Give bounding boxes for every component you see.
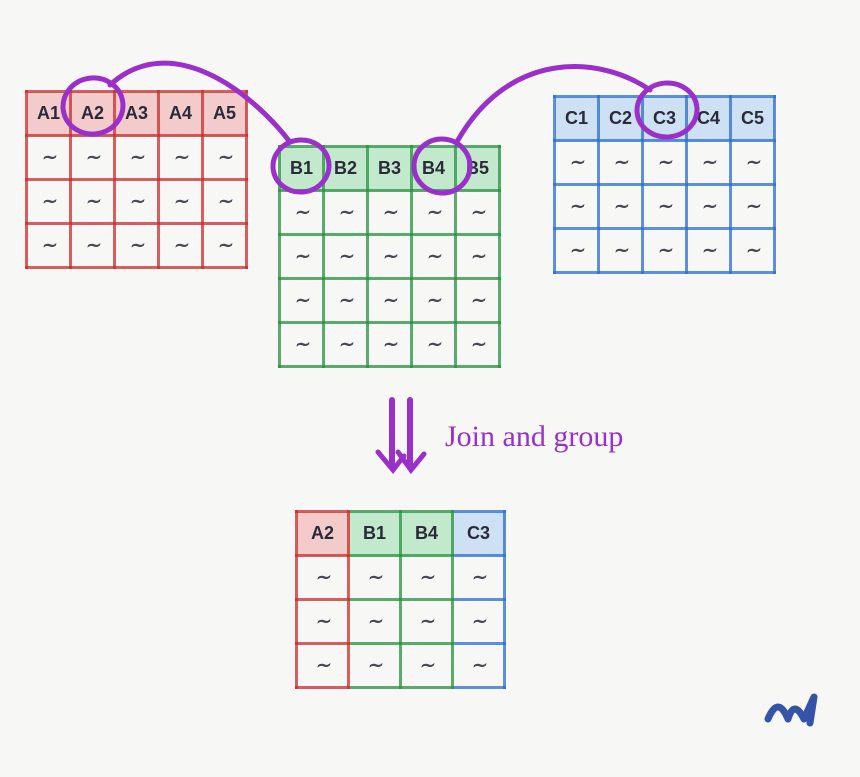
table-row: A2 B1 B4 C3 xyxy=(297,512,505,556)
table-row: ∼∼∼∼∼ xyxy=(280,191,500,235)
col-header-C4: C4 xyxy=(687,97,731,141)
table-row: ∼∼∼∼ xyxy=(297,600,505,644)
col-header-A5: A5 xyxy=(203,92,247,136)
col-header-A3: A3 xyxy=(115,92,159,136)
operation-label: Join and group xyxy=(445,420,623,454)
table-row: ∼∼∼∼∼ xyxy=(27,136,247,180)
result-col-B1: B1 xyxy=(349,512,401,556)
table-row: ∼∼∼∼∼ xyxy=(555,141,775,185)
col-header-A4: A4 xyxy=(159,92,203,136)
col-header-C3: C3 xyxy=(643,97,687,141)
col-header-B1: B1 xyxy=(280,147,324,191)
table-row: ∼∼∼∼ xyxy=(297,556,505,600)
table-row: ∼∼∼∼∼ xyxy=(280,279,500,323)
col-header-C2: C2 xyxy=(599,97,643,141)
table-row: ∼∼∼∼∼ xyxy=(27,180,247,224)
result-col-C3: C3 xyxy=(453,512,505,556)
table-row: ∼∼∼∼∼ xyxy=(27,224,247,268)
col-header-B4: B4 xyxy=(412,147,456,191)
col-header-B3: B3 xyxy=(368,147,412,191)
table-row: ∼∼∼∼∼ xyxy=(280,323,500,367)
col-header-B5: B5 xyxy=(456,147,500,191)
col-header-A1: A1 xyxy=(27,92,71,136)
table-row: B1 B2 B3 B4 B5 xyxy=(280,147,500,191)
table-b: B1 B2 B3 B4 B5 ∼∼∼∼∼ ∼∼∼∼∼ ∼∼∼∼∼ ∼∼∼∼∼ xyxy=(278,145,501,368)
result-col-B4: B4 xyxy=(401,512,453,556)
diagram-canvas: A1 A2 A3 A4 A5 ∼∼∼∼∼ ∼∼∼∼∼ ∼∼∼∼∼ B1 B2 B… xyxy=(0,0,860,777)
signature-mark xyxy=(764,689,820,737)
col-header-B2: B2 xyxy=(324,147,368,191)
col-header-C5: C5 xyxy=(731,97,775,141)
table-row: C1 C2 C3 C4 C5 xyxy=(555,97,775,141)
result-table: A2 B1 B4 C3 ∼∼∼∼ ∼∼∼∼ ∼∼∼∼ xyxy=(295,510,506,689)
table-row: ∼∼∼∼∼ xyxy=(280,235,500,279)
result-col-A2: A2 xyxy=(297,512,349,556)
table-a: A1 A2 A3 A4 A5 ∼∼∼∼∼ ∼∼∼∼∼ ∼∼∼∼∼ xyxy=(25,90,248,269)
table-row: ∼∼∼∼ xyxy=(297,644,505,688)
table-row: A1 A2 A3 A4 A5 xyxy=(27,92,247,136)
table-c: C1 C2 C3 C4 C5 ∼∼∼∼∼ ∼∼∼∼∼ ∼∼∼∼∼ xyxy=(553,95,776,274)
table-row: ∼∼∼∼∼ xyxy=(555,229,775,273)
col-header-A2: A2 xyxy=(71,92,115,136)
table-row: ∼∼∼∼∼ xyxy=(555,185,775,229)
col-header-C1: C1 xyxy=(555,97,599,141)
